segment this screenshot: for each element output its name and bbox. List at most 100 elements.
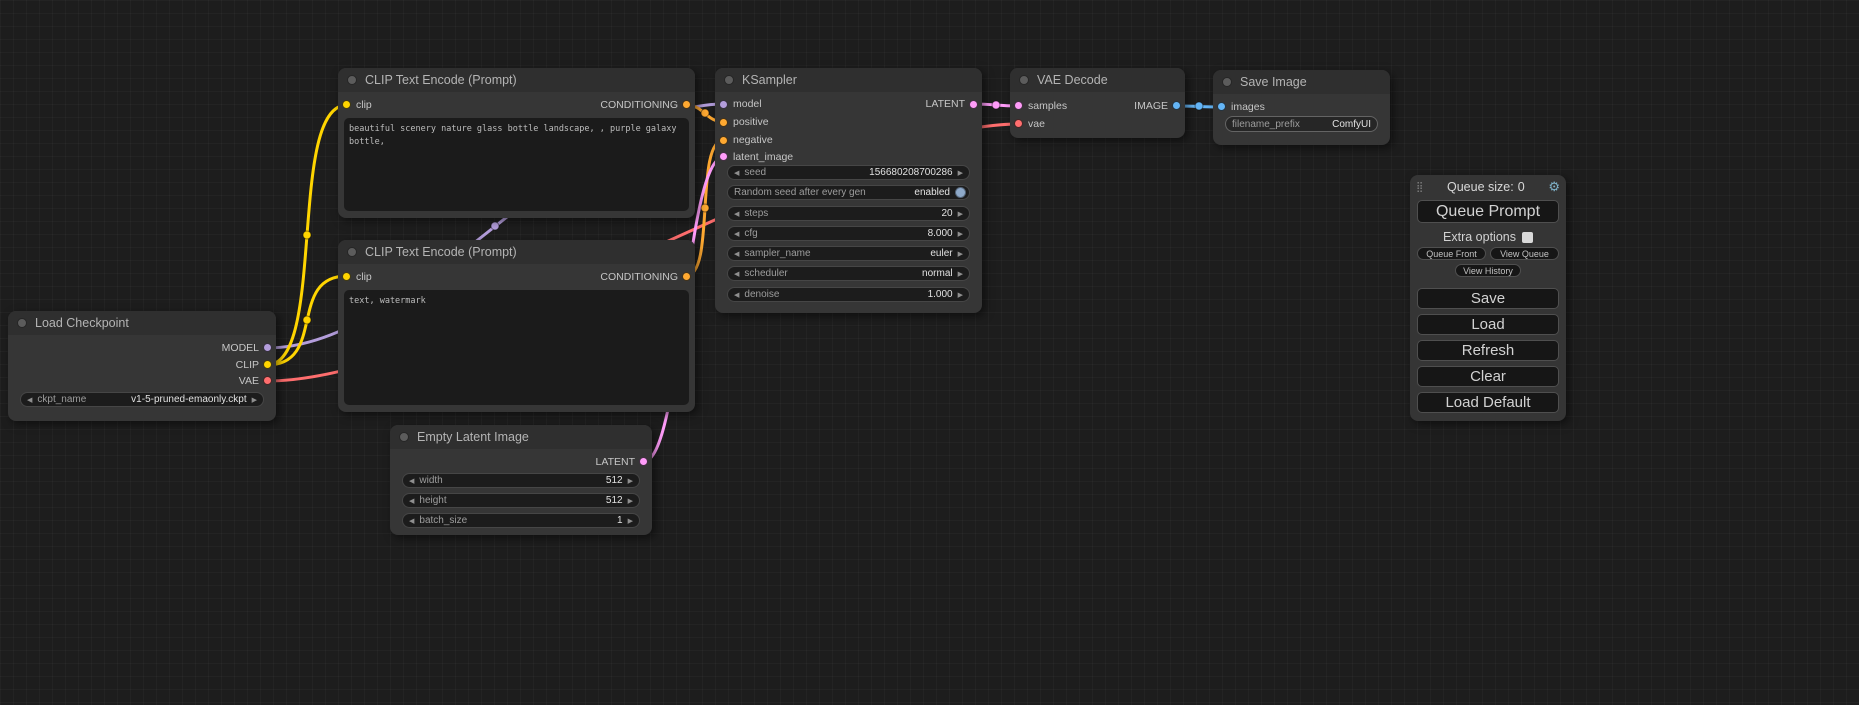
prompt-text-input[interactable]: text, watermark bbox=[344, 290, 689, 405]
node-header[interactable]: Save Image bbox=[1213, 70, 1390, 94]
increment-arrow-icon[interactable]: ▶ bbox=[958, 291, 963, 299]
decrement-arrow-icon[interactable]: ◀ bbox=[734, 210, 739, 218]
widget-steps[interactable]: ◀ steps 20 ▶ bbox=[727, 206, 970, 221]
widget-label: sampler_name bbox=[744, 248, 810, 259]
widget-width[interactable]: ◀ width 512 ▶ bbox=[402, 473, 640, 488]
widget-random-seed[interactable]: Random seed after every gen enabled bbox=[727, 185, 970, 200]
input-port-latent-image[interactable] bbox=[719, 152, 728, 161]
node-title: KSampler bbox=[742, 73, 797, 87]
node-header[interactable]: KSampler bbox=[715, 68, 982, 92]
widget-height[interactable]: ◀ height 512 ▶ bbox=[402, 493, 640, 508]
queue-prompt-button[interactable]: Queue Prompt bbox=[1417, 200, 1559, 223]
decrement-arrow-icon[interactable]: ◀ bbox=[734, 270, 739, 278]
increment-arrow-icon[interactable]: ▶ bbox=[958, 270, 963, 278]
view-history-button[interactable]: View History bbox=[1455, 264, 1521, 277]
node-header[interactable]: Load Checkpoint bbox=[8, 311, 276, 335]
drag-handle-icon[interactable]: ⣿ bbox=[1416, 182, 1423, 193]
prompt-text-input[interactable]: beautiful scenery nature glass bottle la… bbox=[344, 118, 689, 211]
increment-arrow-icon[interactable]: ▶ bbox=[958, 210, 963, 218]
node-canvas[interactable]: Load Checkpoint MODEL CLIP VAE ◀ ckpt_na… bbox=[0, 0, 1859, 705]
widget-label: steps bbox=[744, 208, 768, 219]
node-header[interactable]: Empty Latent Image bbox=[390, 425, 652, 449]
decrement-arrow-icon[interactable]: ◀ bbox=[734, 230, 739, 238]
input-port-vae[interactable] bbox=[1014, 119, 1023, 128]
node-header[interactable]: VAE Decode bbox=[1010, 68, 1185, 92]
decrement-arrow-icon[interactable]: ◀ bbox=[734, 250, 739, 258]
decrement-arrow-icon[interactable]: ◀ bbox=[734, 169, 739, 177]
output-label-latent: LATENT bbox=[596, 455, 635, 469]
widget-value: euler bbox=[930, 248, 952, 259]
widget-scheduler[interactable]: ◀ scheduler normal ▶ bbox=[727, 266, 970, 281]
input-port-negative[interactable] bbox=[719, 136, 728, 145]
node-save-image[interactable]: Save Image images filename_prefix ComfyU… bbox=[1213, 70, 1390, 145]
increment-arrow-icon[interactable]: ▶ bbox=[628, 497, 633, 505]
input-port-images[interactable] bbox=[1217, 102, 1226, 111]
increment-arrow-icon[interactable]: ▶ bbox=[628, 517, 633, 525]
output-port-latent[interactable] bbox=[969, 100, 978, 109]
node-load-checkpoint[interactable]: Load Checkpoint MODEL CLIP VAE ◀ ckpt_na… bbox=[8, 311, 276, 421]
increment-arrow-icon[interactable]: ▶ bbox=[958, 250, 963, 258]
input-port-samples[interactable] bbox=[1014, 101, 1023, 110]
decrement-arrow-icon[interactable]: ◀ bbox=[27, 396, 32, 404]
increment-arrow-icon[interactable]: ▶ bbox=[958, 169, 963, 177]
settings-gear-icon[interactable]: ⚙ bbox=[1548, 179, 1560, 195]
clear-button[interactable]: Clear bbox=[1417, 366, 1559, 387]
collapse-toggle-icon[interactable] bbox=[1222, 77, 1232, 87]
refresh-button[interactable]: Refresh bbox=[1417, 340, 1559, 361]
collapse-toggle-icon[interactable] bbox=[347, 75, 357, 85]
widget-value: 1 bbox=[617, 515, 623, 526]
output-port-latent[interactable] bbox=[639, 457, 648, 466]
increment-arrow-icon[interactable]: ▶ bbox=[252, 396, 257, 404]
view-queue-button[interactable]: View Queue bbox=[1490, 247, 1559, 260]
output-port-conditioning[interactable] bbox=[682, 272, 691, 281]
collapse-toggle-icon[interactable] bbox=[724, 75, 734, 85]
widget-denoise[interactable]: ◀ denoise 1.000 ▶ bbox=[727, 287, 970, 302]
decrement-arrow-icon[interactable]: ◀ bbox=[734, 291, 739, 299]
output-port-image[interactable] bbox=[1172, 101, 1181, 110]
collapse-toggle-icon[interactable] bbox=[1019, 75, 1029, 85]
input-port-positive[interactable] bbox=[719, 118, 728, 127]
node-vae-decode[interactable]: VAE Decode samples vae IMAGE bbox=[1010, 68, 1185, 138]
widget-filename-prefix[interactable]: filename_prefix ComfyUI bbox=[1225, 116, 1378, 132]
widget-label: height bbox=[419, 495, 446, 506]
widget-seed[interactable]: ◀ seed 156680208700286 ▶ bbox=[727, 165, 970, 180]
input-label-vae: vae bbox=[1028, 117, 1045, 131]
output-label-conditioning: CONDITIONING bbox=[600, 98, 678, 112]
collapse-toggle-icon[interactable] bbox=[17, 318, 27, 328]
output-port-clip[interactable] bbox=[263, 360, 272, 369]
input-label-clip: clip bbox=[356, 270, 372, 284]
node-header[interactable]: CLIP Text Encode (Prompt) bbox=[338, 68, 695, 92]
output-port-vae[interactable] bbox=[263, 376, 272, 385]
widget-cfg[interactable]: ◀ cfg 8.000 ▶ bbox=[727, 226, 970, 241]
output-port-conditioning[interactable] bbox=[682, 100, 691, 109]
widget-ckpt-name[interactable]: ◀ ckpt_name v1-5-pruned-emaonly.ckpt ▶ bbox=[20, 392, 264, 407]
collapse-toggle-icon[interactable] bbox=[347, 247, 357, 257]
increment-arrow-icon[interactable]: ▶ bbox=[628, 477, 633, 485]
collapse-toggle-icon[interactable] bbox=[399, 432, 409, 442]
extra-options-label: Extra options bbox=[1443, 230, 1516, 244]
node-empty-latent-image[interactable]: Empty Latent Image LATENT ◀ width 512 ▶ … bbox=[390, 425, 652, 535]
node-clip-text-encode-negative[interactable]: CLIP Text Encode (Prompt) clip CONDITION… bbox=[338, 240, 695, 412]
decrement-arrow-icon[interactable]: ◀ bbox=[409, 517, 414, 525]
input-port-clip[interactable] bbox=[342, 272, 351, 281]
input-label-clip: clip bbox=[356, 98, 372, 112]
increment-arrow-icon[interactable]: ▶ bbox=[958, 230, 963, 238]
queue-front-button[interactable]: Queue Front bbox=[1417, 247, 1486, 260]
load-default-button[interactable]: Load Default bbox=[1417, 392, 1559, 413]
load-button[interactable]: Load bbox=[1417, 314, 1559, 335]
output-port-model[interactable] bbox=[263, 343, 272, 352]
widget-label: filename_prefix bbox=[1232, 119, 1300, 130]
widget-batch-size[interactable]: ◀ batch_size 1 ▶ bbox=[402, 513, 640, 528]
toggle-enabled-icon[interactable] bbox=[955, 187, 966, 198]
node-ksampler[interactable]: KSampler model positive negative latent_… bbox=[715, 68, 982, 313]
decrement-arrow-icon[interactable]: ◀ bbox=[409, 497, 414, 505]
decrement-arrow-icon[interactable]: ◀ bbox=[409, 477, 414, 485]
input-port-model[interactable] bbox=[719, 100, 728, 109]
node-header[interactable]: CLIP Text Encode (Prompt) bbox=[338, 240, 695, 264]
node-clip-text-encode-positive[interactable]: CLIP Text Encode (Prompt) clip CONDITION… bbox=[338, 68, 695, 218]
extra-options-checkbox[interactable] bbox=[1522, 232, 1533, 243]
widget-sampler-name[interactable]: ◀ sampler_name euler ▶ bbox=[727, 246, 970, 261]
queue-size-label: Queue size: bbox=[1447, 180, 1514, 194]
save-button[interactable]: Save bbox=[1417, 288, 1559, 309]
input-port-clip[interactable] bbox=[342, 100, 351, 109]
